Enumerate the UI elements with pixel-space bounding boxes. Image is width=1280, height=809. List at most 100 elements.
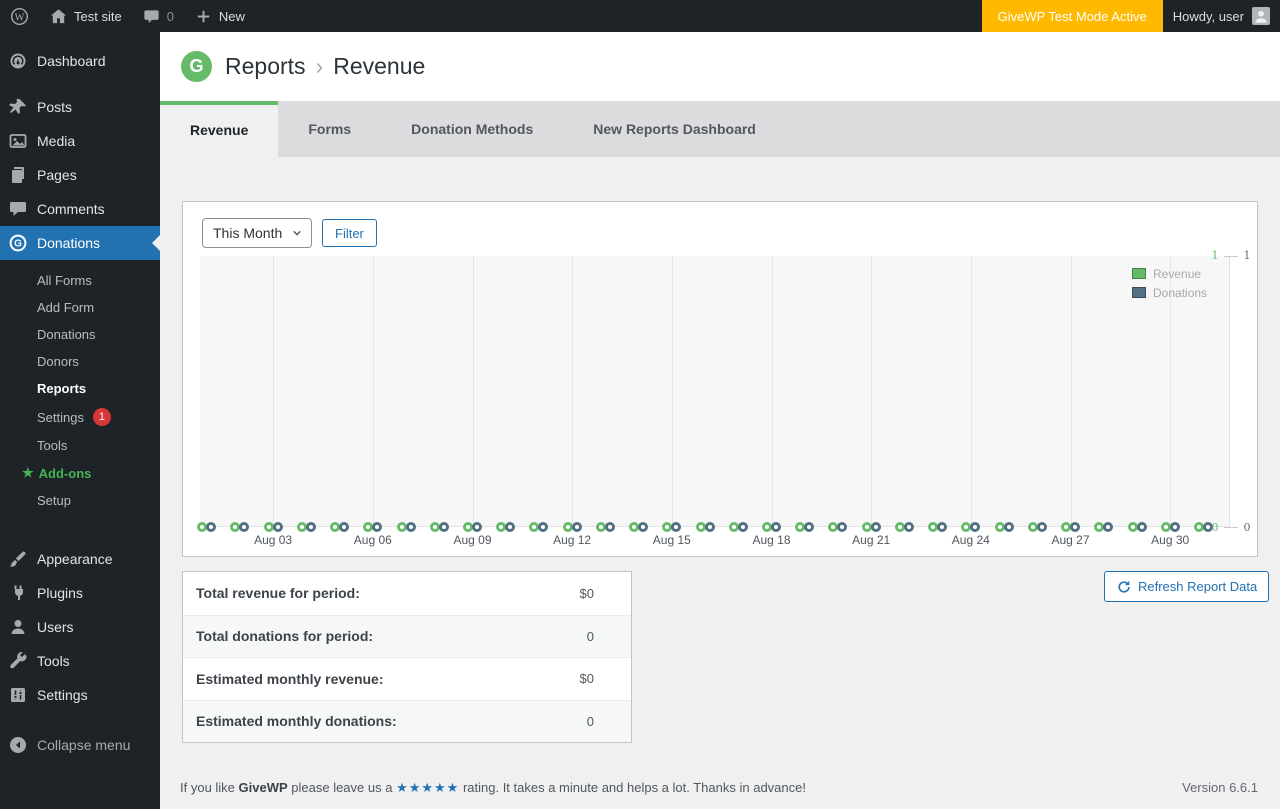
sidebar-item-dashboard[interactable]: Dashboard bbox=[0, 44, 160, 78]
axis-tick-top bbox=[1224, 256, 1238, 257]
comments-count: 0 bbox=[166, 8, 174, 24]
update-count-badge: 1 bbox=[92, 408, 111, 426]
new-content-link[interactable]: New bbox=[184, 0, 255, 32]
x-axis-label: Aug 18 bbox=[752, 533, 791, 547]
wordpress-logo-icon[interactable]: W bbox=[0, 0, 39, 32]
users-icon bbox=[8, 617, 28, 637]
submenu-item-add-form[interactable]: Add Form bbox=[0, 294, 160, 321]
wordpress-admin: W Test site 0 New GiveWP Test Mode Activ… bbox=[0, 0, 1280, 809]
givewp-logo-icon: G bbox=[181, 51, 212, 82]
submenu-item-label: Tools bbox=[37, 438, 68, 453]
admin-menu: Dashboard Posts Media Pages Comments G Donatio… bbox=[0, 32, 160, 762]
donations-axis-label: 0 bbox=[1243, 521, 1251, 534]
sidebar-item-pages[interactable]: Pages bbox=[0, 158, 160, 192]
sidebar-item-settings[interactable]: Settings bbox=[0, 678, 160, 712]
summary-row: Total revenue for period: $0 bbox=[183, 572, 631, 615]
chart-plot-area bbox=[197, 256, 1230, 532]
summary-row-value: $0 bbox=[579, 585, 594, 601]
sidebar-item-tools[interactable]: Tools bbox=[0, 644, 160, 678]
sidebar-item-donations[interactable]: G Donations bbox=[0, 226, 160, 260]
donations-point bbox=[903, 522, 914, 532]
refresh-icon bbox=[1118, 580, 1130, 593]
tab-donation-methods[interactable]: Donation Methods bbox=[381, 101, 563, 157]
legend-swatch-revenue bbox=[1132, 268, 1146, 279]
howdy-user-link[interactable]: Howdy, user bbox=[1163, 0, 1280, 32]
donations-point bbox=[538, 522, 549, 532]
x-axis-label: Aug 15 bbox=[652, 533, 691, 547]
admin-footer: If you like GiveWP please leave us a ★★★… bbox=[180, 780, 1258, 796]
rating-stars-link[interactable]: ★★★★★ bbox=[396, 780, 459, 795]
givewp-icon: G bbox=[8, 233, 28, 253]
summary-row-value: 0 bbox=[586, 628, 594, 644]
tab-revenue[interactable]: Revenue bbox=[160, 101, 279, 157]
submenu-item-all-forms[interactable]: All Forms bbox=[0, 267, 160, 294]
donations-point bbox=[937, 522, 948, 532]
filter-button[interactable]: Filter bbox=[322, 219, 377, 247]
submenu-item-tools[interactable]: Tools bbox=[0, 432, 160, 459]
home-icon bbox=[50, 8, 67, 23]
dashboard-icon bbox=[8, 51, 28, 71]
donations-point bbox=[1070, 522, 1080, 532]
settings-icon bbox=[8, 685, 28, 705]
submenu-item-label: Reports bbox=[37, 381, 87, 396]
donations-point bbox=[472, 522, 482, 532]
current-menu-arrow bbox=[144, 235, 160, 251]
chart-gridline bbox=[372, 256, 374, 526]
summary-row-label: Estimated monthly revenue: bbox=[196, 670, 384, 687]
page-title: Reports › Revenue bbox=[225, 53, 425, 80]
summary-row-label: Estimated monthly donations: bbox=[196, 713, 397, 730]
refresh-button-label: Refresh Report Data bbox=[1138, 579, 1258, 594]
howdy-label: Howdy, user bbox=[1172, 8, 1244, 24]
givewp-test-mode-badge[interactable]: GiveWP Test Mode Active bbox=[981, 0, 1163, 32]
donations-point bbox=[704, 522, 715, 532]
refresh-report-button[interactable]: Refresh Report Data bbox=[1104, 571, 1270, 602]
media-icon bbox=[8, 131, 28, 151]
sidebar-item-users[interactable]: Users bbox=[0, 610, 160, 644]
donations-point bbox=[771, 522, 781, 532]
sidebar-item-plugins[interactable]: Plugins bbox=[0, 576, 160, 610]
reports-tabs: Revenue Forms Donation Methods New Reports … bbox=[160, 101, 1280, 157]
site-name-link[interactable]: Test site bbox=[39, 0, 132, 32]
legend-item-donations: Donations bbox=[1132, 283, 1207, 302]
sidebar-item-appearance[interactable]: Appearance bbox=[0, 542, 160, 576]
sidebar-item-label: Plugins bbox=[37, 585, 83, 601]
donations-point bbox=[837, 522, 848, 532]
period-select[interactable]: This Month bbox=[202, 218, 312, 248]
submenu-item-label: Add Form bbox=[37, 300, 95, 315]
submenu-item-add-ons[interactable]: ★ Add-ons bbox=[0, 459, 160, 487]
donations-point bbox=[438, 522, 449, 532]
chart-legend: Revenue Donations bbox=[1132, 264, 1207, 302]
comments-icon bbox=[8, 199, 28, 219]
comments-link[interactable]: 0 bbox=[132, 0, 184, 32]
summary-row-value: 0 bbox=[586, 713, 594, 729]
submenu-item-settings[interactable]: Settings 1 bbox=[0, 402, 160, 432]
tools-icon bbox=[8, 651, 28, 671]
collapse-menu-button[interactable]: Collapse menu bbox=[0, 728, 160, 762]
x-axis-label: Aug 24 bbox=[951, 533, 990, 547]
revenue-axis-label: 0 bbox=[1211, 521, 1219, 534]
chart-gridline bbox=[671, 256, 673, 526]
sidebar-item-posts[interactable]: Posts bbox=[0, 90, 160, 124]
tab-new-reports-dashboard[interactable]: New Reports Dashboard bbox=[563, 101, 786, 157]
donations-point bbox=[239, 522, 250, 532]
submenu-item-setup[interactable]: Setup bbox=[0, 487, 160, 514]
sidebar-item-media[interactable]: Media bbox=[0, 124, 160, 158]
star-icon: ★ bbox=[22, 465, 34, 480]
chart-gridline bbox=[273, 256, 275, 526]
donations-point bbox=[1003, 522, 1014, 532]
x-axis-label: Aug 06 bbox=[353, 533, 392, 547]
donations-point bbox=[970, 522, 981, 532]
donations-submenu: All Forms Add Form Donations Donors Reports S… bbox=[0, 260, 160, 526]
submenu-item-label: All Forms bbox=[37, 273, 92, 288]
donations-point bbox=[1136, 522, 1147, 532]
submenu-item-reports[interactable]: Reports bbox=[0, 375, 160, 402]
tab-forms[interactable]: Forms bbox=[278, 101, 381, 157]
donations-point bbox=[405, 522, 416, 532]
sidebar-item-comments[interactable]: Comments bbox=[0, 192, 160, 226]
submenu-item-donations[interactable]: Donations bbox=[0, 321, 160, 348]
plus-icon bbox=[197, 10, 210, 22]
x-axis-label: Aug 03 bbox=[254, 533, 293, 547]
submenu-item-donors[interactable]: Donors bbox=[0, 348, 160, 375]
sidebar-item-label: Pages bbox=[37, 167, 77, 183]
new-label: New bbox=[218, 8, 245, 24]
